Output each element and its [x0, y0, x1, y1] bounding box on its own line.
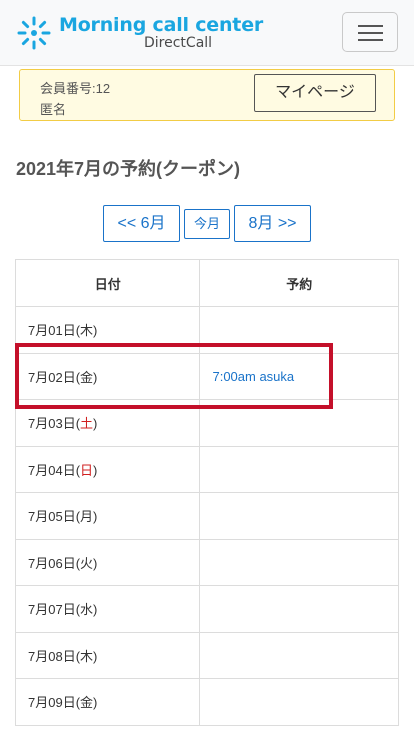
logo-subtitle: DirectCall [144, 35, 213, 51]
weekday: 火 [80, 555, 94, 571]
table-row: 7月07日(水) [14, 585, 399, 633]
weekday: 金 [80, 369, 94, 385]
table-row: 7月02日(金) 7:00am asuka [14, 352, 399, 400]
table-header-row: 日付 予約 [14, 259, 399, 307]
navbar: Morning call center DirectCall [0, 0, 414, 66]
date-column-header: 日付 [14, 259, 201, 307]
date-cell: 7月08日(木) [14, 631, 201, 679]
table-row: 7月04日(日) [14, 445, 399, 493]
member-number: 会員番号:12 [40, 81, 111, 96]
reservation-cell [199, 445, 399, 493]
weekday: 水 [80, 602, 94, 618]
weekday: 金 [80, 695, 94, 711]
table-row: 7月06日(火) [14, 538, 399, 586]
reservation-table: 日付 予約 7月01日(木) 7月02日(金) 7:00am asuka 7月0… [14, 259, 399, 726]
current-month-button[interactable]: 今月 [184, 209, 230, 239]
page-title: 2021年7月の予約(クーポン) [16, 159, 241, 179]
date-cell: 7月03日(土) [14, 399, 201, 447]
date-cell: 7月06日(火) [14, 538, 201, 586]
date-cell: 7月04日(日) [14, 445, 201, 493]
prev-month-button[interactable]: << 6月 [103, 205, 180, 242]
date-cell: 7月02日(金) [14, 352, 201, 400]
date-cell: 7月01日(木) [14, 306, 201, 354]
next-month-button[interactable]: 8月 >> [234, 205, 311, 242]
reservation-cell: 7:00am asuka [199, 352, 399, 400]
weekday: 木 [80, 323, 94, 339]
logo-title: Morning call center [59, 14, 264, 36]
reservation-link[interactable]: 7:00am asuka [212, 369, 294, 384]
member-info-box: 会員番号:12 匿名 マイページ [19, 69, 395, 121]
table-row: 7月05日(月) [14, 492, 399, 540]
reservation-column-header: 予約 [199, 259, 399, 307]
reservation-cell [199, 399, 399, 447]
weekday: 日 [80, 462, 94, 478]
reservation-cell [199, 678, 399, 726]
mypage-button[interactable]: マイページ [254, 74, 376, 112]
weekday: 月 [80, 509, 94, 525]
reservation-cell [199, 492, 399, 540]
reservation-cell [199, 538, 399, 586]
reservation-cell [199, 585, 399, 633]
menu-toggle-button[interactable] [342, 12, 398, 52]
sunburst-logo-icon [17, 16, 51, 50]
weekday: 土 [80, 416, 94, 432]
weekday: 木 [80, 648, 94, 664]
table-row: 7月03日(土) [14, 399, 399, 447]
member-name: 匿名 [40, 102, 67, 117]
date-cell: 7月05日(月) [14, 492, 201, 540]
date-cell: 7月09日(金) [14, 678, 201, 726]
reservation-cell [199, 631, 399, 679]
table-row: 7月08日(木) [14, 631, 399, 679]
table-row: 7月09日(金) [14, 678, 399, 726]
table-row: 7月01日(木) [14, 306, 399, 354]
date-cell: 7月07日(水) [14, 585, 201, 633]
brand-logo[interactable]: Morning call center DirectCall [16, 12, 263, 54]
reservation-cell [199, 306, 399, 354]
